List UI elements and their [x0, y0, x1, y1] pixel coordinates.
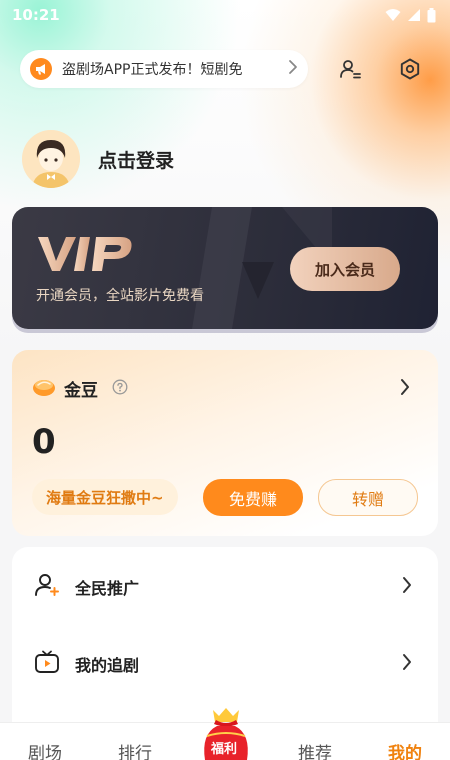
login-label: 点击登录 [98, 149, 175, 172]
gold-bean-slogan: 海量金豆狂撒中~ [32, 479, 178, 515]
battery-icon [427, 7, 436, 22]
user-plus-icon [34, 572, 60, 602]
gold-bean-title: 金豆 [64, 381, 98, 401]
vip-logo [38, 237, 132, 271]
tab-theater[interactable]: 剧场 [5, 739, 85, 760]
gold-bean-balance: 0 [32, 422, 56, 462]
announcement-text: 盗剧场APP正式发布！短剧免 [62, 62, 243, 78]
gold-bean-detail-chevron-icon[interactable] [400, 378, 410, 400]
gold-bean-header: 金豆 [32, 376, 128, 401]
chevron-right-icon [288, 59, 298, 79]
tv-play-icon [34, 649, 60, 679]
gold-bean-icon [32, 377, 56, 401]
menu-item-label: 我的追剧 [75, 656, 140, 675]
vip-card[interactable]: 开通会员，全站影片免费看 加入会员 [12, 207, 438, 329]
vip-subtitle: 开通会员，全站影片免费看 [36, 288, 204, 304]
wifi-icon [385, 9, 401, 21]
earn-free-button[interactable]: 免费赚 [203, 479, 303, 516]
settings-icon[interactable] [397, 56, 423, 82]
signal-icon [408, 9, 420, 21]
chevron-right-icon [402, 576, 412, 598]
join-vip-button[interactable]: 加入会员 [290, 247, 400, 291]
status-time: 10:21 [12, 6, 60, 24]
tab-mine[interactable]: 我的 [365, 739, 445, 760]
announcement-banner[interactable]: 盗剧场APP正式发布！短剧免 [20, 50, 308, 88]
chevron-right-icon [402, 653, 412, 675]
status-icons [385, 7, 436, 23]
transfer-button[interactable]: 转赠 [318, 479, 418, 516]
menu-item-promotion[interactable]: 全民推广 [12, 555, 438, 619]
profile-login-area[interactable]: 点击登录 [22, 130, 174, 188]
gold-bean-card: 金豆 0 海量金豆狂撒中~ 免费赚 转赠 [12, 350, 438, 536]
menu-item-my-series[interactable]: 我的追剧 [12, 632, 438, 696]
tab-welfare[interactable]: 福利 [197, 706, 255, 760]
user-list-icon[interactable] [337, 56, 363, 82]
tab-recommend[interactable]: 推荐 [275, 739, 355, 760]
help-icon[interactable] [112, 379, 128, 399]
menu-item-label: 全民推广 [75, 579, 140, 598]
avatar [22, 130, 80, 188]
megaphone-icon [30, 58, 52, 80]
tab-welfare-label: 福利 [211, 742, 238, 757]
tab-ranking[interactable]: 排行 [95, 739, 175, 760]
status-bar: 10:21 [0, 0, 450, 30]
